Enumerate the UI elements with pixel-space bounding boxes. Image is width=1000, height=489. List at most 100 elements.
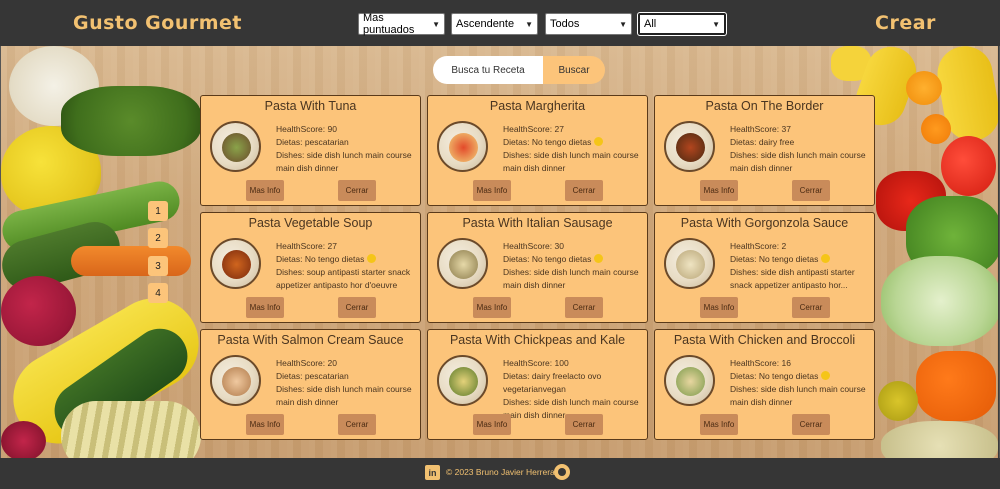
close-button[interactable]: Cerrar [792, 297, 830, 318]
diets: Dietas: No tengo dietas [730, 254, 819, 264]
page-button-1[interactable]: 1 [148, 201, 168, 221]
lemon-shape [878, 381, 918, 421]
recipe-title: Pasta With Tuna [264, 99, 357, 113]
chevron-down-icon: ▼ [712, 19, 720, 29]
recipe-card: Pasta On The Border HealthScore: 37 Diet… [654, 95, 875, 206]
close-button[interactable]: Cerrar [338, 414, 376, 435]
source-select[interactable]: Todos ▼ [545, 13, 632, 35]
dishes: Dishes: side dish lunch main course main… [503, 267, 639, 290]
recipe-image [437, 238, 488, 289]
recipe-title: Pasta With Salmon Cream Sauce [217, 333, 404, 347]
search-input[interactable]: Busca tu Receta [433, 56, 543, 84]
recipe-card: Pasta Margherita HealthScore: 27 Dietas:… [427, 95, 648, 206]
smiley-icon [366, 254, 376, 263]
github-icon[interactable] [554, 464, 570, 480]
more-info-button[interactable]: Mas Info [700, 414, 738, 435]
melon-shape [881, 421, 998, 458]
melon-shape [61, 401, 201, 458]
recipe-title: Pasta With Chickpeas and Kale [449, 333, 626, 347]
more-info-button[interactable]: Mas Info [246, 297, 284, 318]
recipe-image [210, 238, 261, 289]
dishes: Dishes: side dish lunch main course main… [730, 384, 866, 407]
recipe-image [437, 121, 488, 172]
health-score: HealthScore: 27 [503, 124, 564, 134]
recipe-card: Pasta With Chickpeas and Kale HealthScor… [427, 329, 648, 440]
recipe-image [664, 355, 715, 406]
search-button[interactable]: Buscar [543, 56, 605, 84]
smiley-icon [593, 254, 603, 263]
more-info-button[interactable]: Mas Info [473, 180, 511, 201]
health-score: HealthScore: 90 [276, 124, 337, 134]
more-info-button[interactable]: Mas Info [700, 180, 738, 201]
header-bar: Gusto Gourmet Mas puntuados ▼ Ascendente ▼… [0, 0, 1000, 46]
diets: Dietas: No tengo dietas [276, 254, 365, 264]
radish-shape [1, 421, 46, 458]
tomato-shape [941, 136, 996, 196]
more-info-button[interactable]: Mas Info [473, 297, 511, 318]
recipe-title: Pasta With Gorgonzola Sauce [680, 216, 849, 230]
close-button[interactable]: Cerrar [338, 297, 376, 318]
recipe-image [664, 121, 715, 172]
recipe-image [210, 121, 261, 172]
smiley-icon [820, 371, 830, 380]
close-button[interactable]: Cerrar [792, 414, 830, 435]
close-button[interactable]: Cerrar [792, 180, 830, 201]
onion-shape [1, 276, 76, 346]
orange-tomato-shape [906, 71, 942, 105]
recipe-title: Pasta With Italian Sausage [462, 216, 613, 230]
recipe-card: Pasta With Salmon Cream Sauce HealthScor… [200, 329, 421, 440]
diets: Dietas: dairy free [730, 137, 795, 147]
diets: Dietas: No tengo dietas [503, 254, 592, 264]
cabbage-shape [881, 256, 998, 346]
recipe-image [210, 355, 261, 406]
health-score: HealthScore: 100 [503, 358, 569, 368]
chevron-down-icon: ▼ [432, 19, 440, 29]
recipe-card: Pasta With Chicken and Broccoli HealthSc… [654, 329, 875, 440]
linkedin-icon[interactable]: in [425, 465, 440, 480]
close-button[interactable]: Cerrar [338, 180, 376, 201]
dishes: Dishes: side dish lunch main course main… [276, 150, 412, 173]
recipe-image [437, 355, 488, 406]
smiley-icon [593, 137, 603, 146]
recipe-title: Pasta Vegetable Soup [248, 216, 373, 230]
more-info-button[interactable]: Mas Info [246, 414, 284, 435]
recipe-title: Pasta Margherita [489, 99, 586, 113]
recipe-card: Pasta Vegetable Soup HealthScore: 27 Die… [200, 212, 421, 323]
more-info-button[interactable]: Mas Info [246, 180, 284, 201]
recipe-card: Pasta With Tuna HealthScore: 90 Dietas: … [200, 95, 421, 206]
brand-title[interactable]: Gusto Gourmet [73, 12, 242, 34]
more-info-button[interactable]: Mas Info [473, 414, 511, 435]
dishes: Dishes: side dish lunch main course main… [276, 384, 412, 407]
pepper-shape [916, 351, 996, 421]
recipe-card: Pasta With Gorgonzola Sauce HealthScore:… [654, 212, 875, 323]
page-button-2[interactable]: 2 [148, 228, 168, 248]
create-link[interactable]: Crear [875, 12, 936, 34]
dishes: Dishes: side dish lunch main course main… [730, 150, 866, 173]
health-score: HealthScore: 30 [503, 241, 564, 251]
leaves-shape [61, 86, 201, 156]
order-select[interactable]: Ascendente ▼ [451, 13, 538, 35]
carrot-shape [71, 246, 191, 276]
more-info-button[interactable]: Mas Info [700, 297, 738, 318]
diets: Dietas: No tengo dietas [503, 137, 592, 147]
recipe-card: Pasta With Italian Sausage HealthScore: … [427, 212, 648, 323]
diet-select[interactable]: All ▼ [637, 12, 727, 36]
health-score: HealthScore: 20 [276, 358, 337, 368]
page-button-3[interactable]: 3 [148, 256, 168, 276]
dishes: Dishes: side dish antipasti starter snac… [730, 267, 855, 290]
close-button[interactable]: Cerrar [565, 180, 603, 201]
health-score: HealthScore: 2 [730, 241, 787, 251]
copyright-text: © 2023 Bruno Javier Herrera [446, 467, 555, 477]
footer-bar: in © 2023 Bruno Javier Herrera [0, 458, 1000, 489]
sort-by-select[interactable]: Mas puntuados ▼ [358, 12, 445, 36]
recipe-image [664, 238, 715, 289]
diets: Dietas: pescatarian [276, 137, 349, 147]
smiley-icon [820, 254, 830, 263]
health-score: HealthScore: 27 [276, 241, 337, 251]
recipe-title: Pasta On The Border [705, 99, 824, 113]
close-button[interactable]: Cerrar [565, 414, 603, 435]
recipe-title: Pasta With Chicken and Broccoli [673, 333, 856, 347]
chevron-down-icon: ▼ [525, 19, 533, 29]
page-button-4[interactable]: 4 [148, 283, 168, 303]
close-button[interactable]: Cerrar [565, 297, 603, 318]
